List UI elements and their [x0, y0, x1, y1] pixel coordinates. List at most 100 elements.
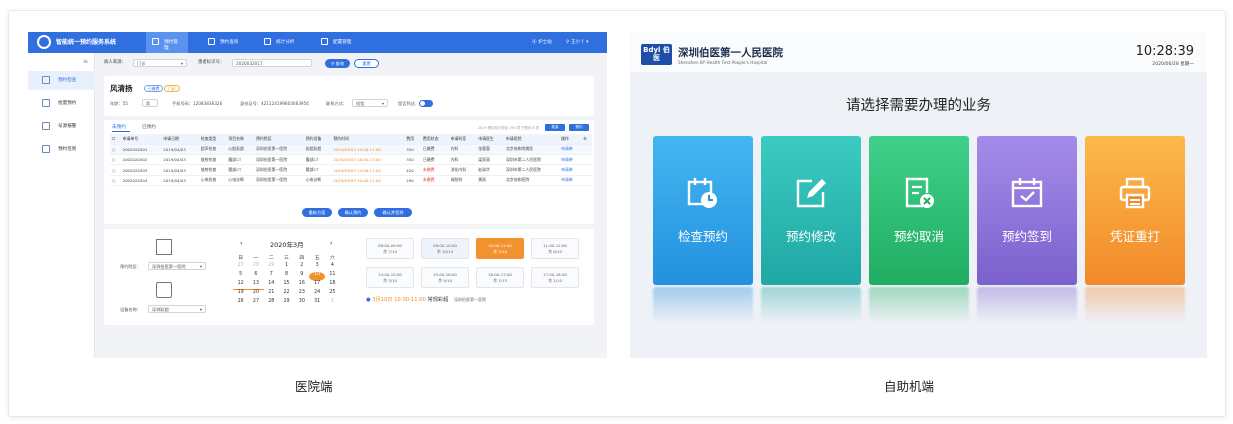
calendar-day[interactable]: 22 — [279, 290, 294, 299]
table-row[interactable]: ○ 2002020303 2019/04/03 放射检查 腰部CT 深圳伯医第一医院 腰部C… — [110, 164, 592, 176]
calendar-day[interactable]: 1 — [325, 299, 340, 308]
table-row[interactable]: ○ 2002020304 2019/04/03 心电检查 心电诊断 深圳伯医第一医院 心电诊… — [110, 175, 592, 186]
calendar-next-icon[interactable]: › — [330, 239, 333, 247]
calendar-day[interactable]: 10 — [309, 272, 325, 281]
calendar-day[interactable]: 15 — [279, 281, 294, 290]
location-tag[interactable]: ⦿ 护士站 — [532, 39, 552, 45]
table-header-row: ☐ 申请单号 申请日期 检查类型 项目名称 预约院区 预约设备 预约时间 费用 费用状态 申请科室申… — [110, 134, 592, 145]
sidebar-item-alarm[interactable]: 号源报警 — [28, 117, 95, 136]
calendar-day[interactable]: 9 — [294, 272, 309, 281]
calendar-day[interactable]: 31 — [309, 299, 324, 308]
calendar-prev-icon[interactable]: ‹ — [240, 239, 243, 247]
calendar-day[interactable]: 30 — [294, 299, 309, 308]
table-settings-icon[interactable]: ⚙ — [581, 134, 592, 145]
tile-cancel-booking[interactable]: 预约取消 — [869, 136, 969, 285]
reset-button[interactable]: 重置 — [354, 59, 379, 68]
sidebar-item-batch[interactable]: 批量预约 — [28, 94, 95, 113]
patient-age: 年龄：55 — [110, 101, 128, 106]
time-slot[interactable]: 16:00-17:00 余 7/13 — [476, 267, 524, 288]
search-button[interactable]: ⚲ 查询 — [325, 59, 350, 68]
campus-select[interactable]: 深圳伯医第一医院 ▾ — [148, 262, 206, 270]
table-cell[interactable]: 申请单 — [559, 144, 582, 156]
tile-modify-booking[interactable]: 预约修改 — [761, 136, 861, 285]
calendar-day[interactable]: 8 — [279, 272, 294, 281]
time-slot[interactable]: 14:00-15:00 余 3/10 — [366, 267, 414, 288]
tile-reprint[interactable]: 凭证重打 — [1085, 136, 1185, 285]
sidebar-item-checkin[interactable]: 预约签到 — [28, 140, 95, 159]
calendar-day[interactable]: 5 — [233, 272, 248, 281]
table-cell[interactable]: 申请单 — [559, 175, 582, 186]
nav-appointment-manage[interactable]: 预约管理 — [146, 32, 188, 53]
tile-checkin[interactable]: 预约签到 — [977, 136, 1077, 285]
replan-button[interactable]: 重新方案 — [302, 208, 332, 217]
calendar-day[interactable]: 11 — [325, 272, 340, 281]
appointment-icon — [152, 38, 159, 45]
time-slot[interactable]: 15:00-16:00 余 9/10 — [421, 267, 469, 288]
patient-id-input[interactable]: 2020032017 — [232, 59, 312, 67]
time-slot[interactable]: 10:00-11:00 余 3/10 — [476, 238, 524, 259]
calendar-day[interactable]: 25 — [325, 290, 340, 299]
calendar-day[interactable]: 4 — [325, 263, 340, 272]
gender-select[interactable]: 男 — [142, 99, 158, 107]
table-cell[interactable]: 申请单 — [559, 154, 582, 166]
schedule-button[interactable]: 预约 — [569, 124, 589, 131]
nav-appointment-query[interactable]: 预约查询 — [202, 32, 246, 53]
calendar-day[interactable]: 29 — [279, 299, 294, 308]
calendar-day[interactable]: 6 — [248, 272, 263, 281]
select-all-checkbox[interactable]: ☐ — [110, 134, 121, 145]
time-slot[interactable]: 08:00-09:00 余 7/10 — [366, 238, 414, 259]
confirm-button[interactable]: 确认预约 — [338, 208, 368, 217]
row-radio[interactable]: ○ — [110, 154, 121, 166]
calendar-day[interactable]: 2 — [294, 263, 309, 272]
calendar-day[interactable]: 21 — [264, 290, 279, 299]
device-select[interactable]: 深圳彩超 ▾ — [148, 305, 206, 313]
calendar-day[interactable]: 19 — [233, 290, 248, 299]
source-select[interactable]: 门诊 ▾ — [133, 59, 187, 67]
table-row[interactable]: ○ 2002020302 2019/04/03 放射检查 腹部CT 深圳伯医第一医院 腹部C… — [110, 154, 592, 166]
tile-exam-booking[interactable]: 检查预约 — [653, 136, 753, 285]
time-slot[interactable]: 11:00-12:00 余 6/10 — [531, 238, 579, 259]
arrival-toggle[interactable] — [419, 100, 433, 107]
calendar-day[interactable]: 16 — [294, 281, 309, 290]
calendar-day[interactable]: 18 — [325, 281, 340, 290]
calendar-day[interactable]: 1 — [279, 263, 294, 272]
contact-select[interactable]: 短信 ▾ — [352, 99, 388, 107]
table-cell: 2019/03/03 10:00-11:00 — [331, 175, 405, 186]
calendar-day[interactable]: 27 — [233, 263, 248, 272]
tab-unscheduled[interactable]: 未预约 — [112, 124, 126, 130]
table-cell: 内科 — [448, 144, 477, 156]
calendar-day[interactable]: 28 — [264, 299, 279, 308]
table-row[interactable]: ○ 2002020301 2019/04/03 超声检查 心脏彩超 深圳伯医第一医院 彩超彩… — [110, 144, 592, 156]
tab-scheduled[interactable]: 已预约 — [142, 124, 156, 130]
calendar-day[interactable]: 17 — [309, 281, 324, 290]
table-cell: 2002020303 — [120, 164, 162, 176]
confirm-checkin-button[interactable]: 确认并签到 — [374, 208, 412, 217]
calendar-day[interactable]: 12 — [233, 281, 249, 290]
calendar-day[interactable]: 3 — [309, 263, 324, 272]
table-cell[interactable]: 申请单 — [559, 164, 582, 176]
nav-statistics[interactable]: 统计分析 — [258, 32, 302, 53]
table-note: 2019 预约总计项目 190 项 已预约 8 项 — [478, 126, 540, 130]
nav-config[interactable]: 配置管理 — [315, 32, 359, 53]
calendar-day[interactable]: 23 — [294, 290, 309, 299]
calendar-day[interactable]: 27 — [248, 299, 263, 308]
batch-button[interactable]: 批量 — [545, 124, 565, 131]
row-radio[interactable]: ○ — [110, 175, 121, 186]
user-menu[interactable]: ⚲ 王小丫 ▾ — [566, 39, 588, 45]
calendar-day[interactable]: 29 — [264, 263, 279, 272]
calendar-day[interactable]: 26 — [233, 299, 248, 308]
row-radio[interactable]: ○ — [110, 164, 121, 176]
row-radio[interactable]: ○ — [110, 144, 121, 156]
calendar-day[interactable]: 7 — [264, 272, 279, 281]
patient-card: 风清扬 已缴费 门诊 年龄：55 男 手机号码：12083836326 身份证号… — [104, 76, 594, 116]
time-slot[interactable]: 09:00-10:00 余 10/14 — [421, 238, 469, 259]
calendar-day[interactable]: 13 — [248, 281, 264, 290]
time-slot[interactable]: 17:00-18:00 余 2/10 — [531, 267, 579, 288]
collapse-icon[interactable]: ≡ — [83, 58, 88, 65]
calendar-day[interactable]: 20 — [248, 290, 263, 299]
calendar-day[interactable]: 24 — [309, 290, 324, 299]
table-cell: 北京协和医院 — [503, 175, 560, 186]
calendar-day[interactable]: 14 — [264, 281, 279, 290]
sidebar-item-check[interactable]: 预约检查 — [28, 71, 95, 90]
calendar-day[interactable]: 28 — [248, 263, 263, 272]
